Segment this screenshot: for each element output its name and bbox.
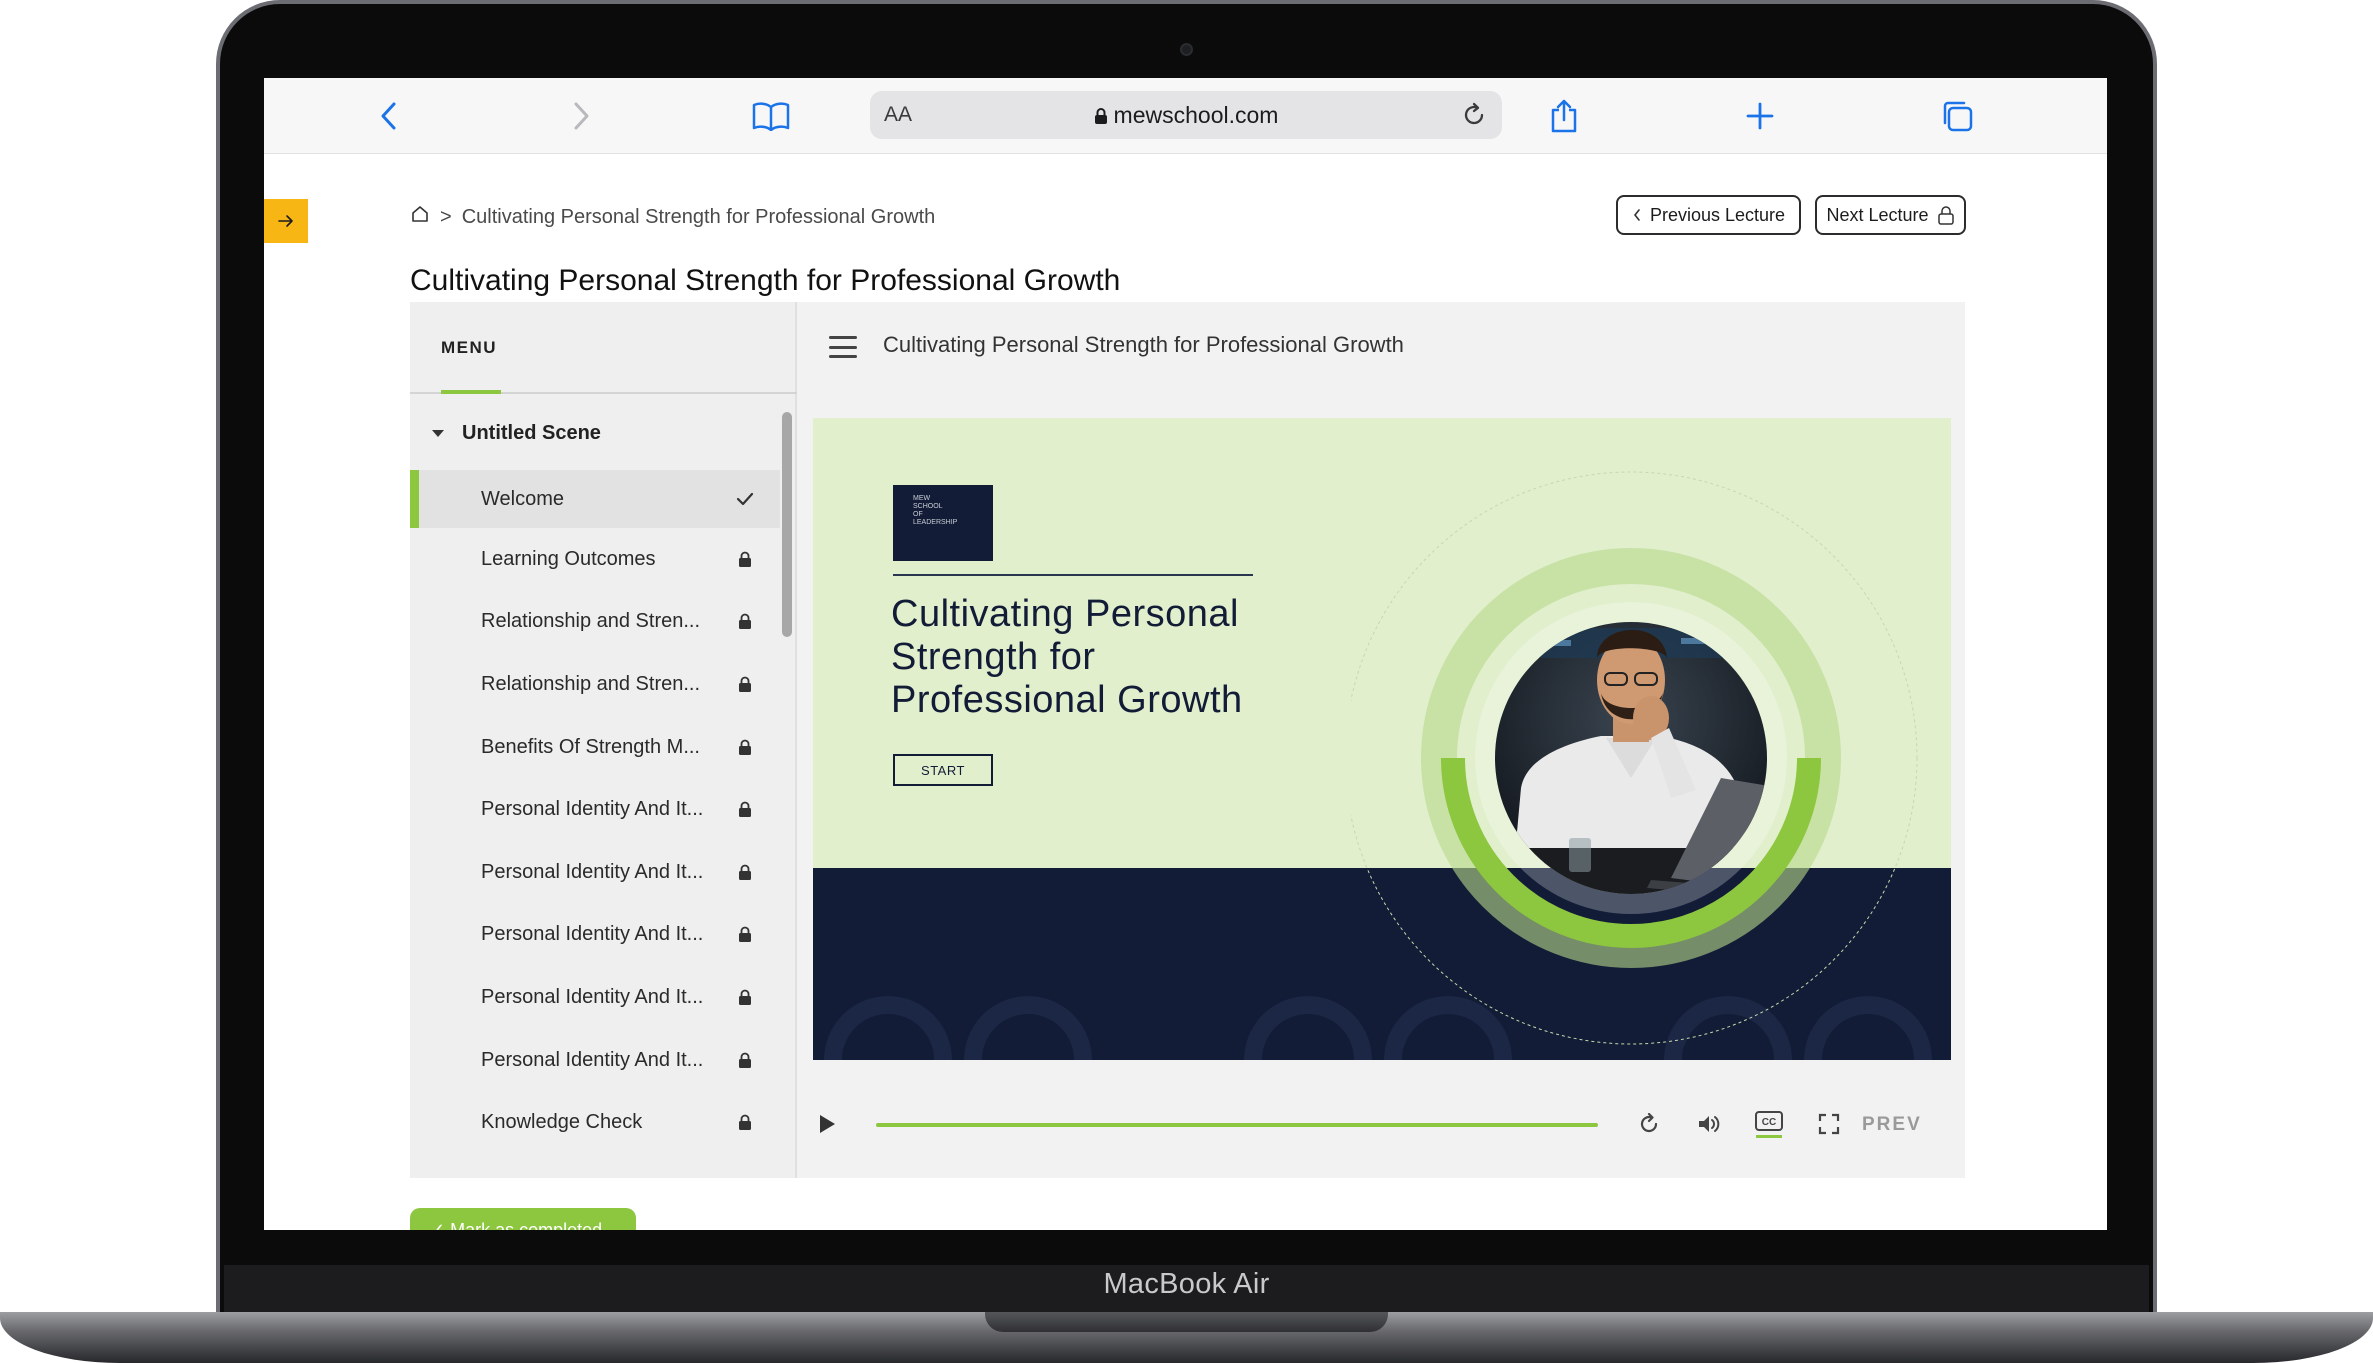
lock-icon	[733, 1111, 757, 1135]
menu-list: Welcome Learning Outcomes Relationship and…	[410, 470, 780, 1154]
camera	[1180, 43, 1193, 56]
menu-item[interactable]: Personal Identity And It...	[410, 1029, 780, 1092]
laptop-notch	[985, 1312, 1388, 1332]
start-button[interactable]: START	[893, 754, 993, 786]
menu-header: MENU	[410, 302, 797, 394]
progress-bar[interactable]	[876, 1123, 1598, 1127]
lesson-header: Cultivating Personal Strength for Profes…	[797, 302, 1965, 394]
page-title: Cultivating Personal Strength for Profes…	[410, 264, 1121, 297]
url-text: mewschool.com	[870, 102, 1502, 129]
menu-item[interactable]: Personal Identity And It...	[410, 904, 780, 967]
menu-item[interactable]: Relationship and Stren...	[410, 591, 780, 654]
lesson-title: Cultivating Personal Strength for Profes…	[883, 332, 1404, 357]
new-tab-icon[interactable]	[1734, 90, 1786, 142]
menu-panel: MENU Untitled Scene Welcome Learning Outc…	[410, 302, 797, 1178]
menu-item-label: Relationship and Stren...	[481, 610, 701, 633]
menu-item-label: Knowledge Check	[481, 1111, 643, 1134]
forward-icon[interactable]	[556, 90, 608, 142]
reload-icon[interactable]	[1454, 95, 1494, 135]
menu-item-label: Welcome	[481, 487, 564, 510]
lock-icon	[733, 1048, 757, 1072]
menu-item[interactable]: Benefits Of Strength M...	[410, 716, 780, 779]
address-bar[interactable]: AA mewschool.com	[870, 91, 1502, 139]
device-label: MacBook Air	[1103, 1268, 1270, 1300]
chevron-left-icon	[1633, 209, 1640, 221]
play-icon[interactable]	[809, 1106, 845, 1142]
lock-icon	[733, 735, 757, 759]
arrow-right-icon	[278, 215, 293, 227]
menu-item-label: Personal Identity And It...	[481, 1048, 704, 1071]
share-icon[interactable]	[1538, 90, 1590, 142]
checkmark-icon	[733, 487, 757, 511]
fullscreen-icon[interactable]	[1811, 1106, 1847, 1142]
menu-item-label: Relationship and Stren...	[481, 672, 701, 695]
screen: AA mewschool.com > Cultivating Personal …	[264, 78, 2107, 1230]
tabs-overview-icon[interactable]	[1931, 90, 1983, 142]
lock-icon	[1937, 206, 1954, 225]
menu-item[interactable]: Learning Outcomes	[410, 528, 780, 591]
menu-item-label: Learning Outcomes	[481, 547, 656, 570]
menu-item[interactable]: Personal Identity And It...	[410, 778, 780, 841]
laptop-mockup: AA mewschool.com > Cultivating Personal …	[0, 0, 2373, 1363]
volume-icon[interactable]	[1691, 1106, 1727, 1142]
hamburger-menu-icon[interactable]	[829, 336, 857, 358]
portrait-graphic	[1351, 471, 1918, 1045]
lock-icon	[733, 610, 757, 634]
mark-as-completed-button[interactable]: ✓ Mark as completed	[410, 1208, 636, 1230]
lock-icon	[733, 985, 757, 1009]
next-lecture-button[interactable]: Next Lecture	[1815, 195, 1966, 235]
scene-header[interactable]: Untitled Scene	[410, 408, 780, 458]
menu-item[interactable]: Personal Identity And It...	[410, 841, 780, 904]
player-controls: CC PREV	[797, 1060, 1965, 1178]
prev-slide-button[interactable]: PREV	[1862, 1114, 1922, 1136]
menu-item-label: Personal Identity And It...	[481, 798, 704, 821]
bookmarks-icon[interactable]	[745, 90, 797, 142]
slide-title: Cultivating Personal Strength for Profes…	[891, 593, 1243, 721]
scene-name: Untitled Scene	[462, 421, 601, 444]
back-icon[interactable]	[362, 90, 414, 142]
menu-item[interactable]: Welcome	[410, 470, 780, 528]
lock-icon	[1094, 108, 1107, 124]
lock-icon	[733, 547, 757, 571]
school-logo: MEW SCHOOL OF LEADERSHIP	[893, 485, 993, 561]
menu-item-label: Personal Identity And It...	[481, 985, 704, 1008]
breadcrumb: > Cultivating Personal Strength for Prof…	[410, 202, 935, 232]
breadcrumb-separator: >	[440, 205, 452, 228]
menu-item-label: Personal Identity And It...	[481, 860, 704, 883]
menu-tab[interactable]: MENU	[441, 338, 497, 358]
caret-down-icon	[432, 429, 444, 437]
menu-tab-indicator	[441, 390, 501, 394]
menu-item[interactable]: Knowledge Check	[410, 1091, 780, 1154]
menu-item[interactable]: Personal Identity And It...	[410, 966, 780, 1029]
browser-toolbar: AA mewschool.com	[264, 78, 2107, 154]
title-rule	[893, 574, 1253, 576]
slide: MEW SCHOOL OF LEADERSHIP Cultivating Per…	[813, 418, 1951, 1060]
lock-icon	[733, 672, 757, 696]
menu-item[interactable]: Relationship and Stren...	[410, 653, 780, 716]
svg-text:CC: CC	[1762, 1117, 1776, 1128]
menu-scrollbar[interactable]	[782, 412, 792, 637]
lock-icon	[733, 923, 757, 947]
course-player: MENU Untitled Scene Welcome Learning Outc…	[410, 302, 1965, 1178]
menu-item-label: Benefits Of Strength M...	[481, 735, 700, 758]
lock-icon	[733, 798, 757, 822]
sidebar-toggle-button[interactable]	[264, 199, 308, 243]
lock-icon	[733, 860, 757, 884]
previous-lecture-button[interactable]: Previous Lecture	[1616, 195, 1801, 235]
closed-captions-icon[interactable]: CC	[1751, 1106, 1787, 1142]
home-icon[interactable]	[410, 204, 430, 230]
replay-icon[interactable]	[1631, 1106, 1667, 1142]
breadcrumb-current[interactable]: Cultivating Personal Strength for Profes…	[462, 206, 936, 229]
menu-item-label: Personal Identity And It...	[481, 923, 704, 946]
